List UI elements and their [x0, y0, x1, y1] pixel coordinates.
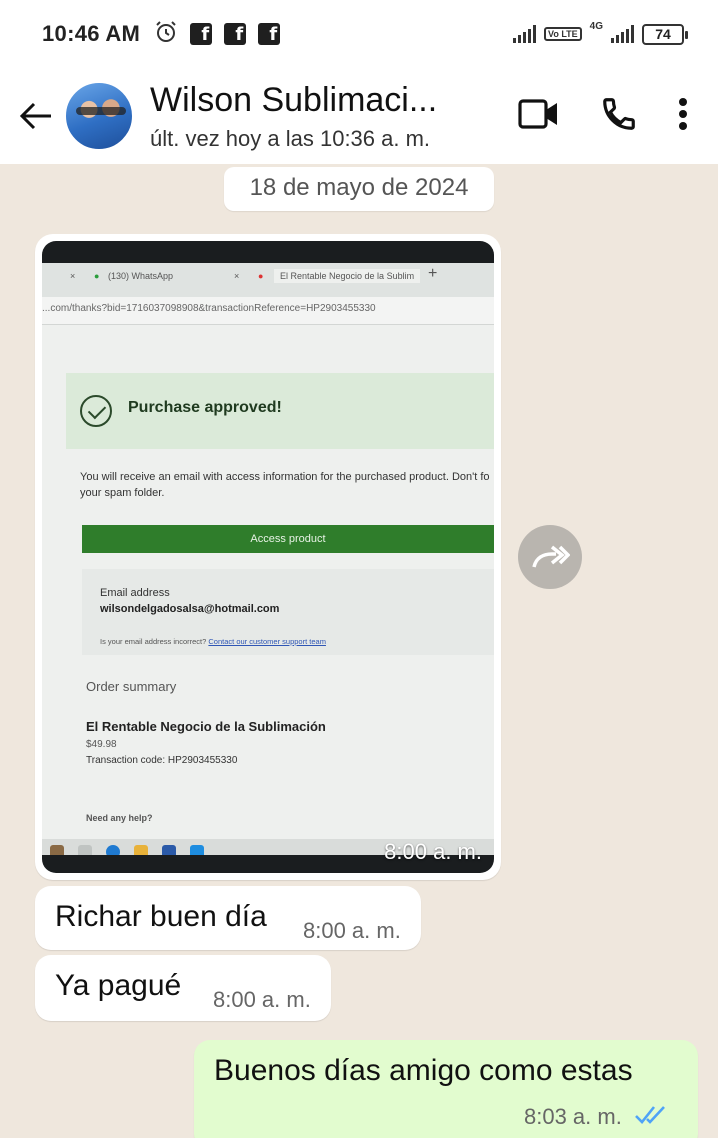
transaction-code: Transaction code: HP2903455330 [86, 755, 238, 766]
taskbar-icon [50, 845, 64, 855]
message-text: Buenos días amigo como estas [214, 1054, 633, 1087]
system-icons: Vo LTE 4G 74 [512, 20, 688, 45]
message-time: 8:00 a. m. [303, 918, 401, 943]
status-time: 10:46 AM [42, 21, 141, 46]
browser-tab-1: (130) WhatsApp [108, 271, 174, 281]
email-note: Is your email address incorrect? Contact… [100, 637, 326, 646]
email-label: Email address [100, 587, 170, 599]
date-separator: 18 de mayo de 2024 [224, 167, 494, 211]
access-product-button: Access product [82, 525, 494, 553]
folder-icon [134, 845, 148, 855]
message-time: 8:03 a. m. [524, 1104, 622, 1129]
url-bar: ...com/thanks?bid=1716037098908&transact… [42, 297, 494, 325]
photo-screenshot: × ● (130) WhatsApp × ● El Rentable Negoc… [42, 263, 494, 855]
last-seen-status: últ. vez hoy a las 10:36 a. m. [150, 125, 431, 151]
email-value: wilsondelgadosalsa@hotmail.com [100, 603, 280, 615]
facebook-icon: f [224, 23, 247, 45]
info-text: You will receive an email with access in… [80, 471, 490, 499]
order-summary-label: Order summary [86, 679, 177, 694]
email-box: Email address wilsondelgadosalsa@hotmail… [82, 569, 494, 655]
read-receipt-icon [634, 1104, 668, 1131]
store-icon [162, 845, 176, 855]
avatar[interactable] [64, 81, 134, 151]
status-bar: 10:46 AM f f f Vo LTE 4G 74 [0, 0, 718, 68]
forward-icon[interactable] [518, 525, 582, 589]
flame-icon: ● [258, 271, 264, 281]
incoming-message[interactable]: Richar buen día 8:00 a. m. [35, 886, 421, 950]
message-time: 8:00 a. m. [213, 987, 311, 1012]
volte-icon: Vo LTE [543, 27, 582, 41]
message-time: 8:00 a. m. [384, 839, 482, 864]
back-arrow-icon[interactable] [8, 88, 64, 144]
facebook-icon: f [190, 23, 213, 45]
mail-icon [190, 845, 204, 855]
signal-icon [512, 25, 536, 43]
message-text: Ya pagué [55, 969, 182, 1002]
message-text: Richar buen día [55, 900, 267, 933]
battery-icon: 74 [642, 23, 688, 45]
browser-tabs: × ● (130) WhatsApp × ● El Rentable Negoc… [42, 263, 494, 297]
image-message[interactable]: × ● (130) WhatsApp × ● El Rentable Negoc… [35, 234, 501, 880]
approval-banner: Purchase approved! [66, 373, 494, 449]
whatsapp-icon: ● [94, 271, 100, 281]
outgoing-message[interactable]: Buenos días amigo como estas 8:03 a. m. [194, 1040, 698, 1138]
more-options-icon[interactable] [678, 97, 688, 136]
incoming-message[interactable]: Ya pagué 8:00 a. m. [35, 955, 331, 1021]
browser-tab-2: El Rentable Negocio de la Sublim [274, 269, 421, 283]
check-circle-icon [80, 395, 112, 427]
notification-icons: f f f [154, 20, 281, 49]
contact-info[interactable]: Wilson Sublimaci... últ. vez hoy a las 1… [150, 81, 518, 152]
contact-name: Wilson Sublimaci... [150, 80, 438, 119]
signal-icon [611, 25, 634, 43]
help-text: Need any help? [86, 813, 153, 823]
approval-heading: Purchase approved! [128, 399, 282, 416]
chat-header: Wilson Sublimaci... últ. vez hoy a las 1… [0, 68, 718, 164]
taskbar-icon [78, 845, 92, 855]
network-type-label: 4G [589, 20, 603, 32]
facebook-icon: f [258, 23, 281, 45]
product-name: El Rentable Negocio de la Sublimación [86, 719, 326, 734]
alarm-icon [154, 20, 178, 49]
phone-call-icon[interactable] [600, 95, 638, 138]
photo[interactable]: × ● (130) WhatsApp × ● El Rentable Negoc… [42, 241, 494, 873]
price: $49.98 [86, 739, 117, 750]
video-call-icon[interactable] [518, 98, 560, 135]
edge-icon [106, 845, 120, 855]
